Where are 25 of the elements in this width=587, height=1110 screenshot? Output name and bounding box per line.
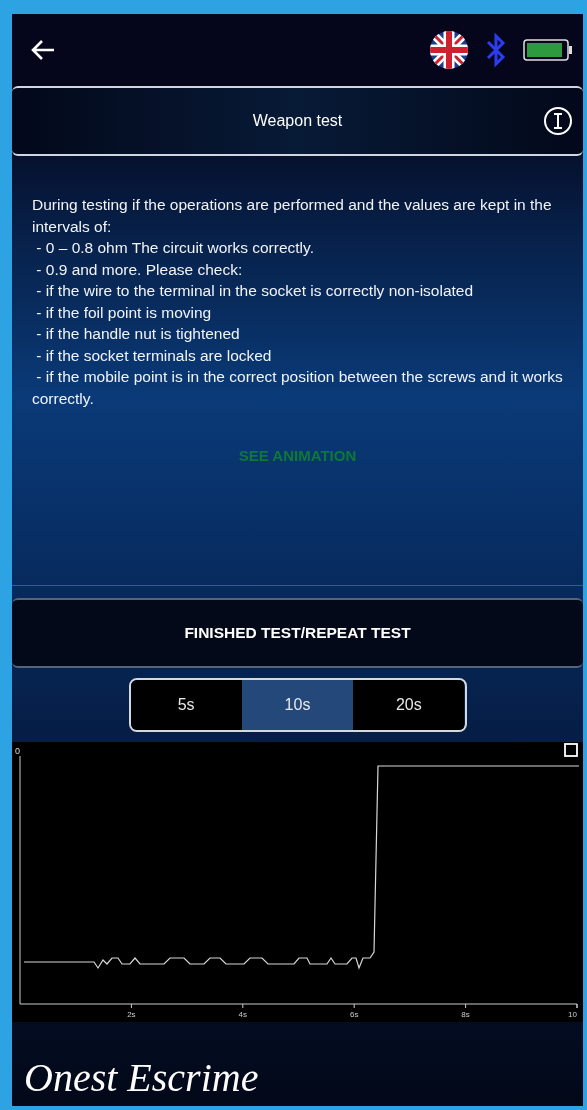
finish-repeat-test-button[interactable]: FINISHED TEST/REPEAT TEST xyxy=(12,598,583,668)
instruction-text: - 0 – 0.8 ohm The circuit works correctly. xyxy=(35,238,315,258)
instruction-text: During testing if the operations are performed and the values are kept in the intervals of: xyxy=(32,195,553,237)
x-axis-label: 8s xyxy=(461,1010,470,1019)
battery-icon xyxy=(523,38,573,62)
info-icon[interactable] xyxy=(543,106,573,136)
instruction-text: - if the socket terminals are locked xyxy=(35,345,273,366)
y-axis-label: 0 xyxy=(15,746,20,756)
bluetooth-icon[interactable] xyxy=(485,32,507,68)
x-axis-label: 10 xyxy=(568,1010,577,1019)
x-axis-label: 4s xyxy=(238,1010,248,1019)
x-axis-label: 2s xyxy=(127,1010,136,1019)
flag-icon[interactable] xyxy=(429,30,469,70)
instruction-text: - if the wire to the terminal in the socket is correctly non-isolated xyxy=(35,281,475,301)
duration-tab[interactable]: 20s xyxy=(353,680,465,730)
instruction-text: - if the mobile point is in the correct position between the screws and it works correctly. xyxy=(32,367,563,409)
screen-title: Weapon test xyxy=(252,111,343,131)
duration-tab[interactable]: 10s xyxy=(241,680,354,730)
instruction-text: - if the handle nut is tightened xyxy=(35,324,241,344)
square-icon[interactable] xyxy=(564,743,578,757)
instruction-text: - 0.9 and more. Please check: xyxy=(35,259,244,280)
instruction-text: - if the foil point is moving xyxy=(35,302,213,323)
x-axis-label: 6s xyxy=(349,1010,359,1019)
app-logo: Onest Escrime xyxy=(23,1058,260,1098)
duration-tab[interactable]: 5s xyxy=(130,680,242,730)
